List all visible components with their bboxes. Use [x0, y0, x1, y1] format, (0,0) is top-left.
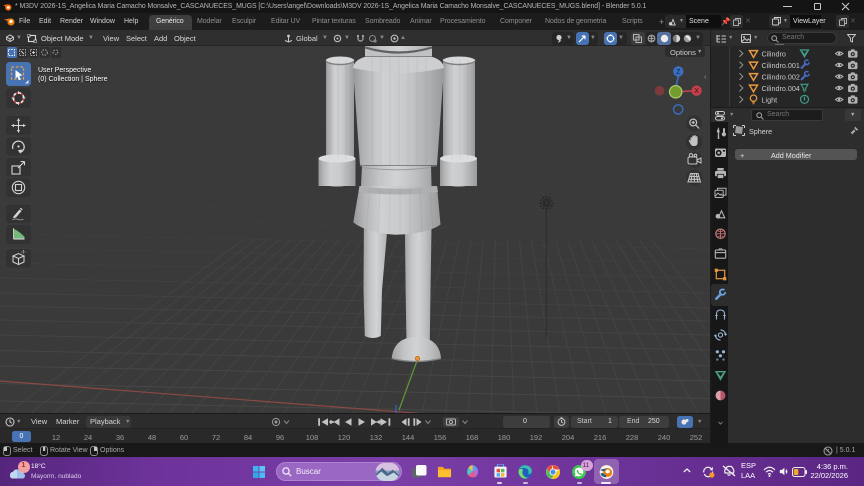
svg-text:Z: Z [676, 69, 681, 76]
svg-text:Cilindro.004: Cilindro.004 [762, 84, 800, 93]
svg-text:Light: Light [762, 95, 778, 104]
svg-text:X: X [694, 88, 699, 95]
svg-text:Cilindro: Cilindro [762, 49, 786, 58]
svg-text:Cilindro.001: Cilindro.001 [762, 61, 800, 70]
svg-text:Cilindro.002: Cilindro.002 [762, 72, 800, 81]
